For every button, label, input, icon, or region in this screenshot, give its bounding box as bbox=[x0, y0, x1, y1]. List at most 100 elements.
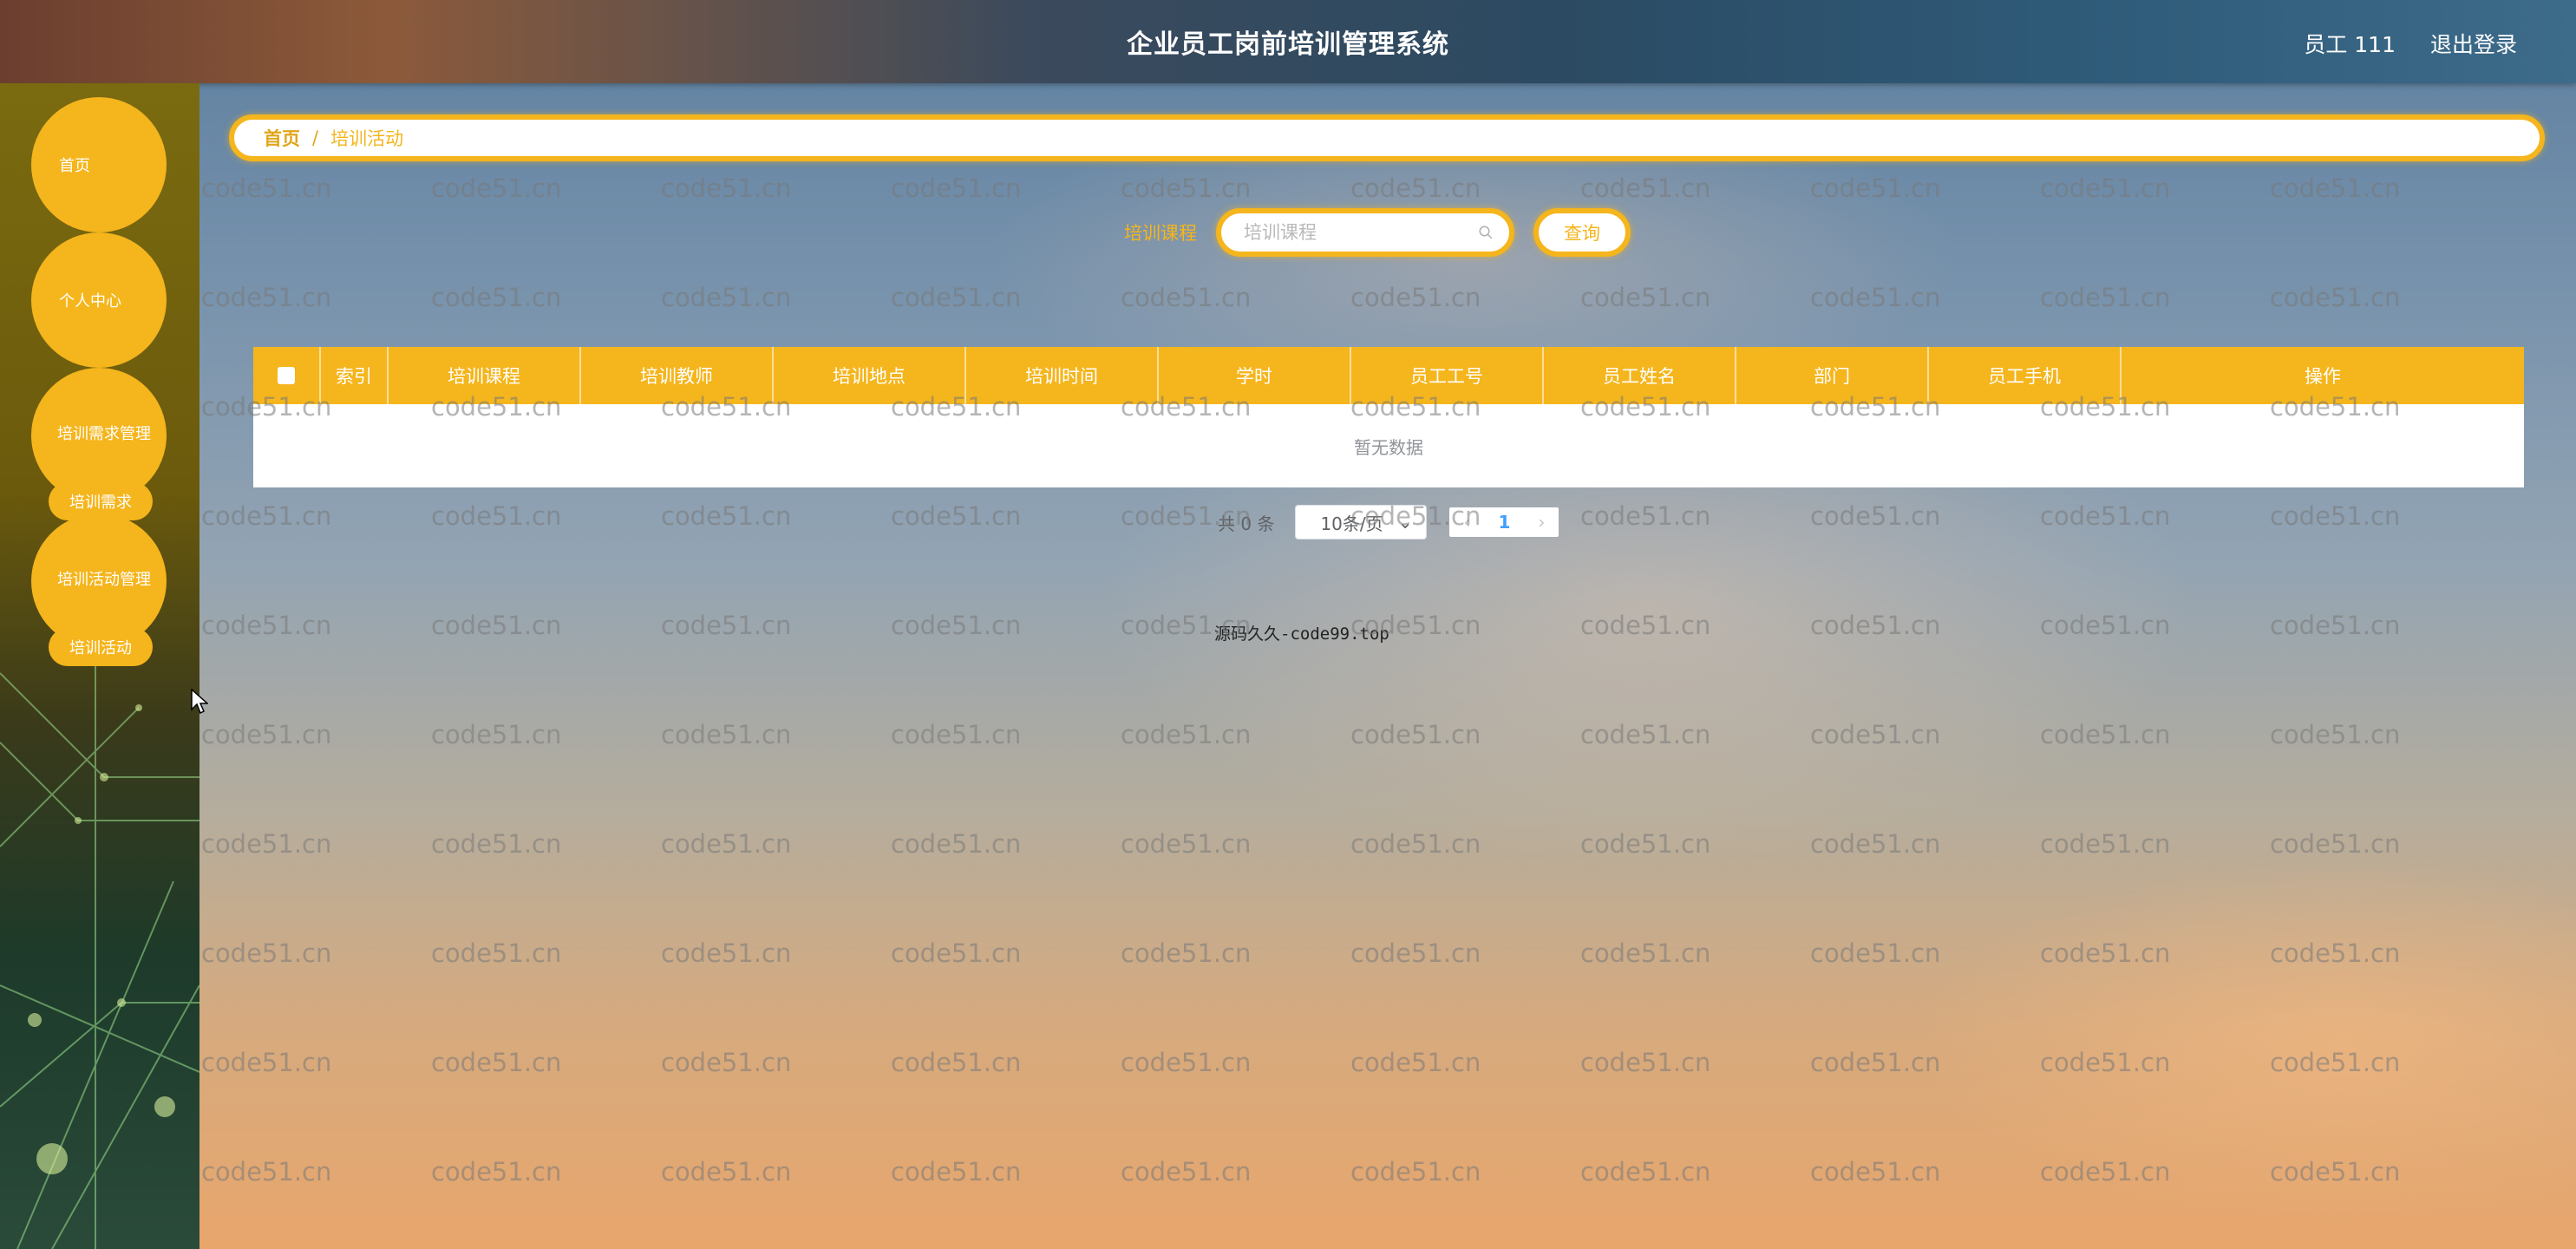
watermark-text: code51.cn bbox=[1810, 829, 1941, 859]
watermark-text: code51.cn bbox=[1580, 938, 1711, 968]
watermark-text: code51.cn bbox=[1121, 720, 1252, 749]
watermark-text: code51.cn bbox=[431, 720, 562, 749]
watermark-text: code51.cn bbox=[2270, 829, 2401, 859]
watermark-text: code51.cn bbox=[1350, 829, 1481, 859]
watermark-text: code51.cn bbox=[2270, 1157, 2401, 1187]
logout-link[interactable]: 退出登录 bbox=[2430, 28, 2517, 59]
watermark-text: code51.cn bbox=[891, 283, 1022, 312]
watermark-text: code51.cn bbox=[661, 720, 792, 749]
watermark-text: code51.cn bbox=[1810, 173, 1941, 203]
header-user-area: 员工 111 退出登录 bbox=[2304, 28, 2517, 59]
column-header: 培训地点 bbox=[774, 347, 966, 404]
current-user-label[interactable]: 员工 111 bbox=[2304, 28, 2396, 59]
watermark-text: code51.cn bbox=[1350, 1048, 1481, 1077]
watermark-text: code51.cn bbox=[661, 938, 792, 968]
footer-text: 源码久久-code99.top bbox=[1214, 624, 1389, 644]
column-header: 索引 bbox=[321, 347, 389, 404]
watermark-text: code51.cn bbox=[2040, 501, 2171, 531]
watermark-text: code51.cn bbox=[201, 611, 332, 640]
watermark-text: code51.cn bbox=[1810, 938, 1941, 968]
watermark-text: code51.cn bbox=[1580, 501, 1711, 531]
watermark-text: code51.cn bbox=[1121, 829, 1252, 859]
watermark-text: code51.cn bbox=[431, 1157, 562, 1187]
next-page-icon[interactable]: › bbox=[1538, 512, 1545, 533]
sidebar: 首页 个人中心 培训需求管理 培训需求 培训活动管理 培训活动 bbox=[0, 83, 199, 1249]
watermark-text: code51.cn bbox=[891, 720, 1022, 749]
watermark-text: code51.cn bbox=[201, 720, 332, 749]
watermark-text: code51.cn bbox=[1350, 1157, 1481, 1187]
prev-page-icon[interactable]: ‹ bbox=[1463, 512, 1470, 533]
search-button[interactable]: 查询 bbox=[1533, 208, 1631, 257]
pagination: 共 0 条 10条/页 ⌄ ‹ 1 › bbox=[1218, 505, 1559, 539]
mouse-cursor-icon bbox=[191, 689, 208, 715]
watermark-text: code51.cn bbox=[2040, 938, 2171, 968]
watermark-text: code51.cn bbox=[2040, 1157, 2171, 1187]
watermark-text: code51.cn bbox=[891, 501, 1022, 531]
search-bar: 培训课程 查询 bbox=[1124, 208, 1631, 257]
watermark-text: code51.cn bbox=[2270, 1048, 2401, 1077]
column-header: 培训教师 bbox=[581, 347, 774, 404]
table-header: 索引 培训课程 培训教师 培训地点 培训时间 学时 员工工号 员工姓名 部门 员… bbox=[253, 347, 2524, 404]
watermark-text: code51.cn bbox=[1121, 1048, 1252, 1077]
watermark-text: code51.cn bbox=[2270, 283, 2401, 312]
table-empty-message: 暂无数据 bbox=[1354, 436, 1423, 458]
watermark-text: code51.cn bbox=[201, 938, 332, 968]
column-header: 部门 bbox=[1736, 347, 1929, 404]
watermark-text: code51.cn bbox=[431, 829, 562, 859]
watermark-text: code51.cn bbox=[1810, 501, 1941, 531]
watermark-text: code51.cn bbox=[661, 611, 792, 640]
watermark-text: code51.cn bbox=[661, 1157, 792, 1187]
watermark-text: code51.cn bbox=[891, 829, 1022, 859]
top-header: 企业员工岗前培训管理系统 员工 111 退出登录 bbox=[0, 0, 2576, 83]
watermark-text: code51.cn bbox=[2040, 283, 2171, 312]
data-table: 索引 培训课程 培训教师 培训地点 培训时间 学时 员工工号 员工姓名 部门 员… bbox=[253, 347, 2524, 487]
watermark-text: code51.cn bbox=[661, 1048, 792, 1077]
sidebar-subitem-training-activity[interactable]: 培训活动 bbox=[49, 628, 153, 666]
watermark-text: code51.cn bbox=[2040, 720, 2171, 749]
watermark-text: code51.cn bbox=[1580, 720, 1711, 749]
watermark-text: code51.cn bbox=[201, 1157, 332, 1187]
watermark-text: code51.cn bbox=[1121, 283, 1252, 312]
watermark-text: code51.cn bbox=[1350, 173, 1481, 203]
watermark-text: code51.cn bbox=[661, 829, 792, 859]
watermark-text: code51.cn bbox=[891, 173, 1022, 203]
sidebar-item-home[interactable]: 首页 bbox=[31, 97, 167, 232]
search-field bbox=[1216, 208, 1514, 257]
watermark-text: code51.cn bbox=[1350, 720, 1481, 749]
watermark-text: code51.cn bbox=[2270, 501, 2401, 531]
column-header: 员工姓名 bbox=[1544, 347, 1736, 404]
watermark-text: code51.cn bbox=[1350, 283, 1481, 312]
watermark-text: code51.cn bbox=[1121, 173, 1252, 203]
watermark-text: code51.cn bbox=[431, 173, 562, 203]
select-all-checkbox[interactable] bbox=[278, 367, 295, 384]
sidebar-item-profile[interactable]: 个人中心 bbox=[31, 232, 167, 368]
column-header: 学时 bbox=[1159, 347, 1351, 404]
watermark-text: code51.cn bbox=[201, 829, 332, 859]
sidebar-item-label: 培训需求管理 bbox=[57, 425, 151, 443]
breadcrumb-home[interactable]: 首页 bbox=[264, 125, 300, 151]
search-input[interactable] bbox=[1242, 221, 1478, 244]
watermark-text: code51.cn bbox=[661, 283, 792, 312]
watermark-text: code51.cn bbox=[2040, 1048, 2171, 1077]
circuit-decoration bbox=[0, 621, 199, 1249]
watermark-text: code51.cn bbox=[891, 938, 1022, 968]
watermark-text: code51.cn bbox=[891, 1048, 1022, 1077]
watermark-text: code51.cn bbox=[431, 283, 562, 312]
page-number[interactable]: 1 bbox=[1498, 512, 1510, 533]
watermark-text: code51.cn bbox=[1810, 1157, 1941, 1187]
search-label: 培训课程 bbox=[1124, 223, 1197, 244]
watermark-text: code51.cn bbox=[201, 1048, 332, 1077]
column-header: 培训时间 bbox=[966, 347, 1159, 404]
page-size-select[interactable]: 10条/页 ⌄ bbox=[1295, 505, 1428, 539]
watermark-text: code51.cn bbox=[1810, 1048, 1941, 1077]
column-header: 操作 bbox=[2305, 366, 2341, 387]
watermark-text: code51.cn bbox=[661, 173, 792, 203]
watermark-text: code51.cn bbox=[431, 611, 562, 640]
watermark-text: code51.cn bbox=[431, 1048, 562, 1077]
page-size-value: 10条/页 bbox=[1320, 513, 1383, 534]
breadcrumb: 首页 / 培训活动 bbox=[229, 114, 2545, 161]
watermark-text: code51.cn bbox=[1810, 611, 1941, 640]
app-title: 企业员工岗前培训管理系统 bbox=[1127, 29, 1449, 60]
column-header: 员工工号 bbox=[1351, 347, 1544, 404]
watermark-text: code51.cn bbox=[661, 501, 792, 531]
